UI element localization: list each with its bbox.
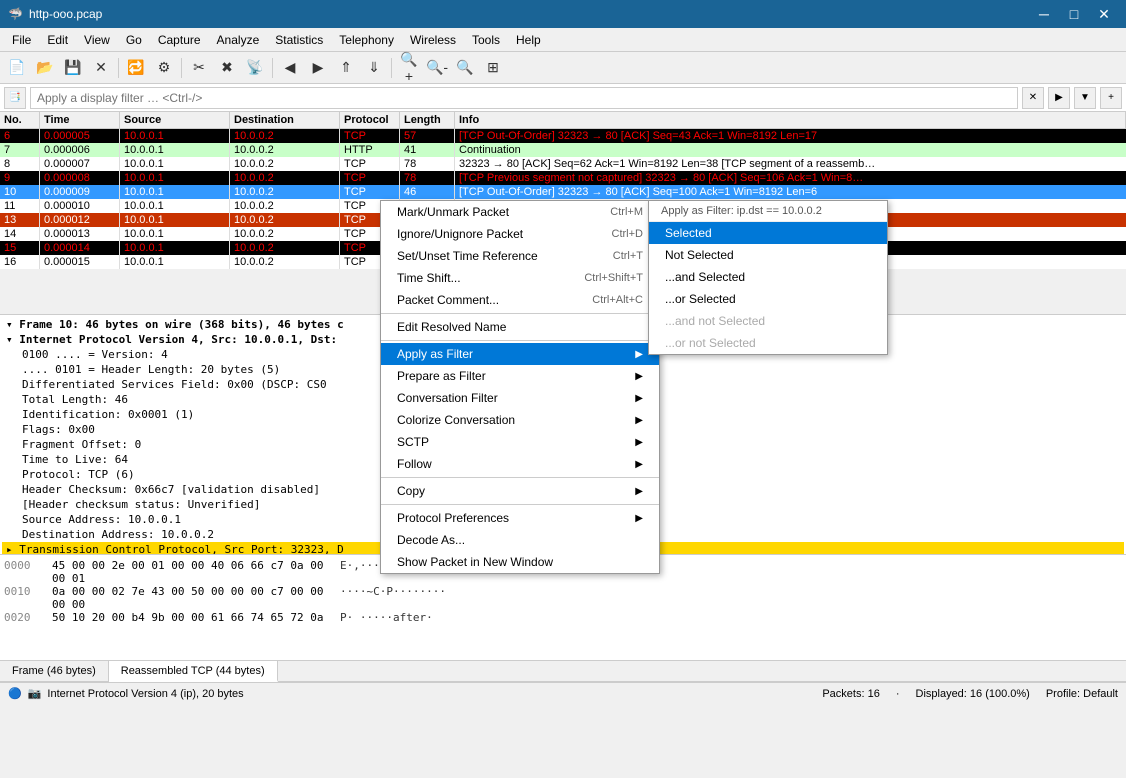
ctx-menu-item[interactable]: Packet Comment... Ctrl+Alt+C [381, 289, 659, 311]
submenu-arrow-icon: ▶ [635, 371, 643, 382]
submenu-arrow-icon: ▶ [635, 415, 643, 426]
ctx-menu-item[interactable]: Edit Resolved Name [381, 316, 659, 338]
submenu-item: ...and not Selected [649, 310, 887, 332]
ctx-menu-item[interactable]: Mark/Unmark Packet Ctrl+M [381, 201, 659, 223]
ctx-menu-item[interactable]: Colorize Conversation ▶ [381, 409, 659, 431]
submenu-arrow-icon: ▶ [635, 393, 643, 404]
ctx-item-label: Mark/Unmark Packet [397, 205, 509, 219]
ctx-item-shortcut: Ctrl+M [610, 206, 643, 218]
ctx-menu-item[interactable]: Time Shift... Ctrl+Shift+T [381, 267, 659, 289]
submenu-item[interactable]: ...and Selected [649, 266, 887, 288]
ctx-item-label: Edit Resolved Name [397, 320, 506, 334]
ctx-menu-item[interactable]: Conversation Filter ▶ [381, 387, 659, 409]
ctx-menu-item[interactable]: SCTP ▶ [381, 431, 659, 453]
ctx-separator [381, 477, 659, 478]
ctx-separator [381, 313, 659, 314]
ctx-separator [381, 340, 659, 341]
ctx-item-label: Show Packet in New Window [397, 555, 553, 569]
ctx-menu-item[interactable]: Set/Unset Time Reference Ctrl+T [381, 245, 659, 267]
context-menu: Mark/Unmark Packet Ctrl+M Ignore/Unignore … [380, 200, 660, 574]
submenu-item[interactable]: Not Selected [649, 244, 887, 266]
submenu-item[interactable]: ...or Selected [649, 288, 887, 310]
ctx-item-label: Protocol Preferences [397, 511, 509, 525]
ctx-menu-item[interactable]: Apply as Filter ▶ [381, 343, 659, 365]
ctx-menu-item[interactable]: Copy ▶ [381, 480, 659, 502]
ctx-menu-item[interactable]: Ignore/Unignore Packet Ctrl+D [381, 223, 659, 245]
ctx-separator [381, 504, 659, 505]
ctx-overlay: Mark/Unmark Packet Ctrl+M Ignore/Unignore … [0, 0, 1126, 778]
submenu-item: ...or not Selected [649, 332, 887, 354]
submenu-arrow-icon: ▶ [635, 349, 643, 360]
submenu-arrow-icon: ▶ [635, 459, 643, 470]
ctx-item-label: Ignore/Unignore Packet [397, 227, 523, 241]
ctx-item-label: Prepare as Filter [397, 369, 486, 383]
submenu-apply-filter: Apply as Filter: ip.dst == 10.0.0.2Selec… [648, 200, 888, 355]
submenu-header: Apply as Filter: ip.dst == 10.0.0.2 [649, 201, 887, 222]
ctx-menu-item[interactable]: Decode As... [381, 529, 659, 551]
ctx-item-label: Apply as Filter [397, 347, 473, 361]
ctx-item-shortcut: Ctrl+D [612, 228, 643, 240]
ctx-menu-item[interactable]: Prepare as Filter ▶ [381, 365, 659, 387]
ctx-item-label: Packet Comment... [397, 293, 499, 307]
ctx-item-shortcut: Ctrl+Alt+C [592, 294, 643, 306]
ctx-item-label: Follow [397, 457, 432, 471]
submenu-arrow-icon: ▶ [635, 513, 643, 524]
ctx-item-label: Decode As... [397, 533, 465, 547]
ctx-item-label: SCTP [397, 435, 429, 449]
submenu-item[interactable]: Selected [649, 222, 887, 244]
ctx-menu-item[interactable]: Show Packet in New Window [381, 551, 659, 573]
ctx-menu-item[interactable]: Protocol Preferences ▶ [381, 507, 659, 529]
ctx-item-label: Set/Unset Time Reference [397, 249, 538, 263]
ctx-item-label: Conversation Filter [397, 391, 498, 405]
ctx-item-shortcut: Ctrl+T [613, 250, 643, 262]
ctx-item-label: Colorize Conversation [397, 413, 515, 427]
submenu-arrow-icon: ▶ [635, 486, 643, 497]
ctx-item-label: Copy [397, 484, 425, 498]
ctx-menu-item[interactable]: Follow ▶ [381, 453, 659, 475]
ctx-item-shortcut: Ctrl+Shift+T [584, 272, 643, 284]
ctx-item-label: Time Shift... [397, 271, 461, 285]
submenu-arrow-icon: ▶ [635, 437, 643, 448]
